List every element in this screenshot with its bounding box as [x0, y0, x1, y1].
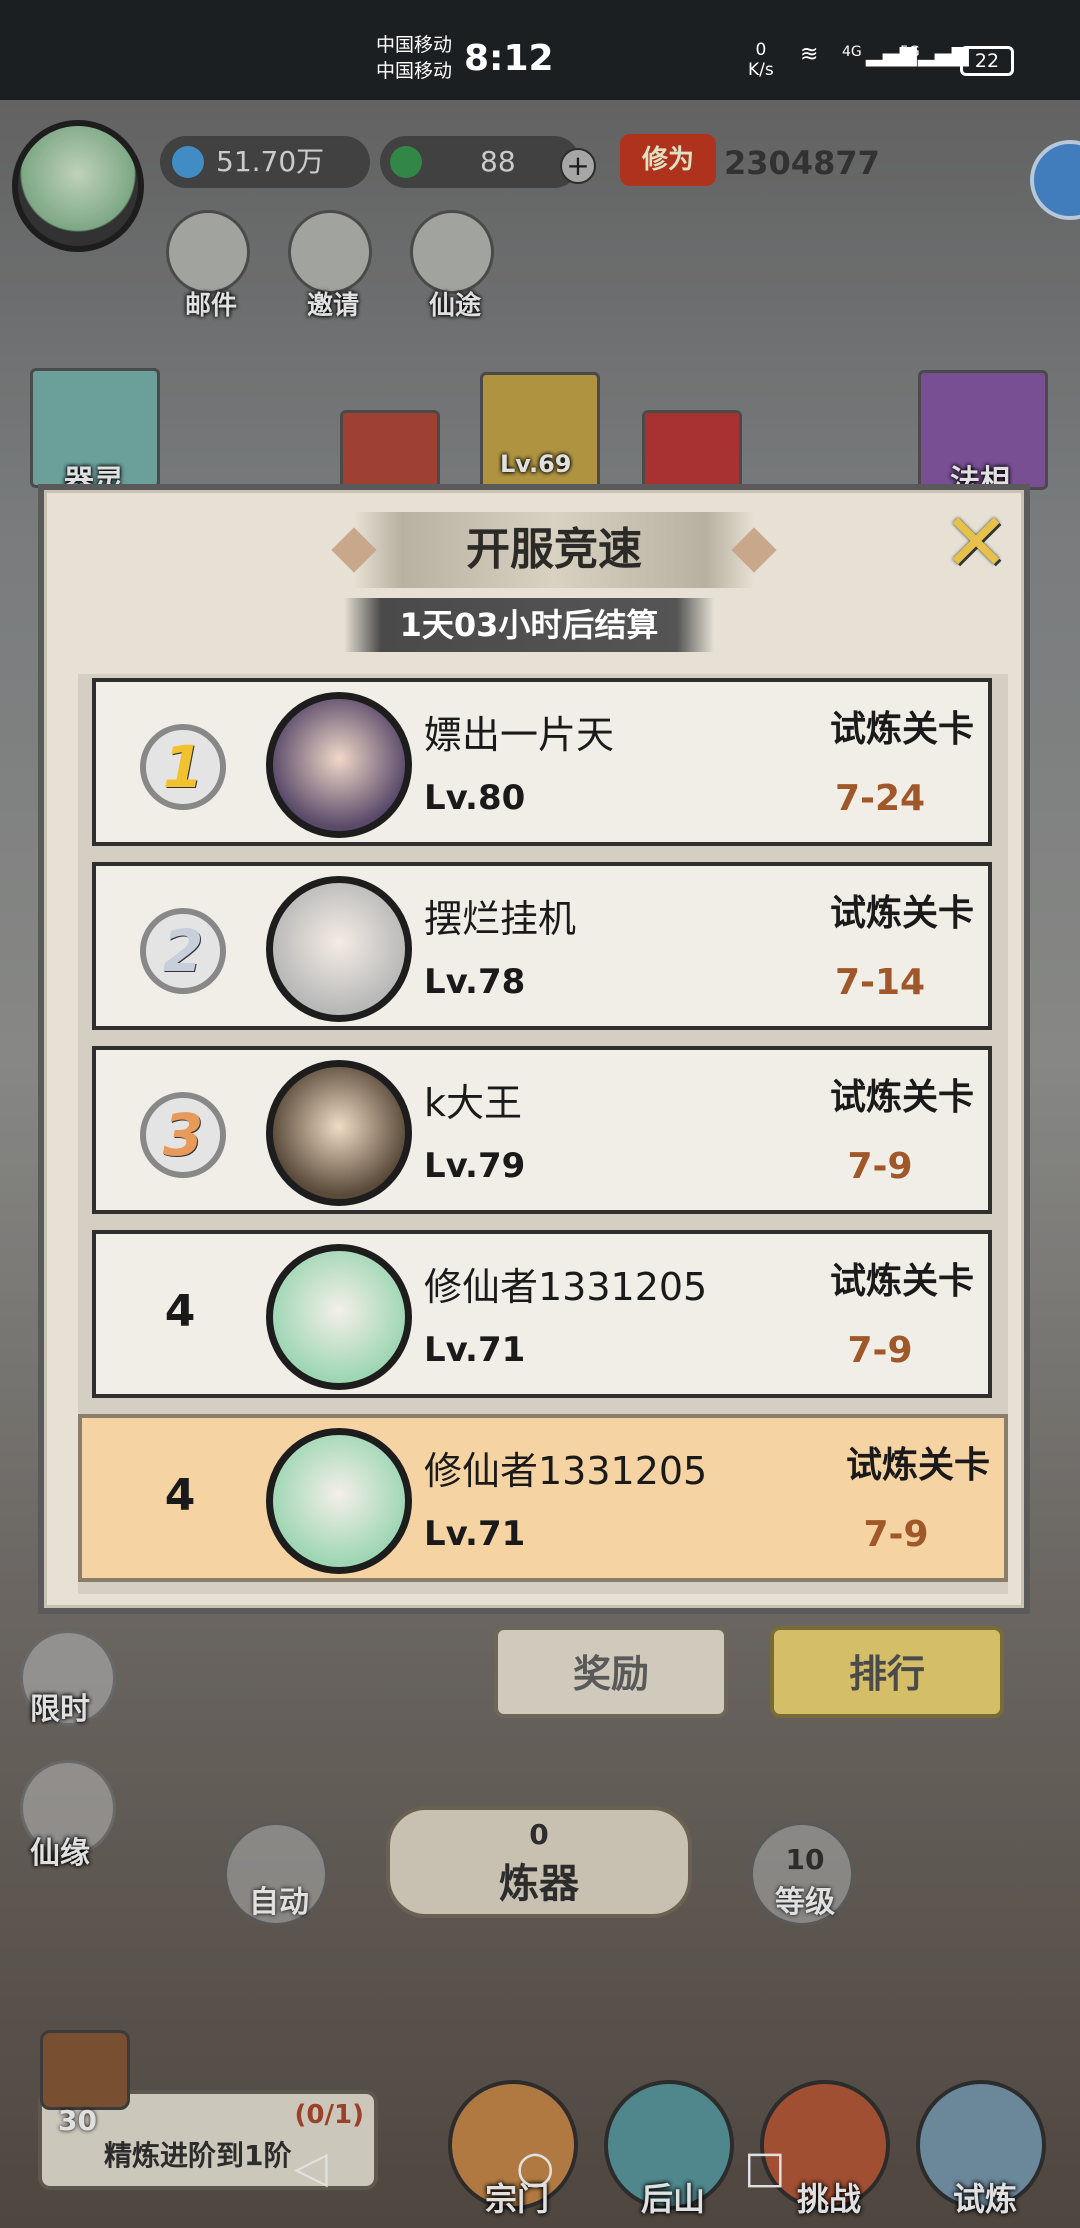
rank-number: 4: [164, 1470, 196, 1521]
player-name: 嫖出一片天: [424, 713, 615, 757]
ranking-row[interactable]: 1 嫖出一片天 Lv.80 试炼关卡 7-24: [92, 678, 992, 846]
player-level: Lv.80: [424, 778, 526, 818]
rank-3-badge-icon: 3: [140, 1092, 226, 1178]
ranking-list[interactable]: 1 嫖出一片天 Lv.80 试炼关卡 7-24 2 摆烂挂机 Lv.78 试炼关…: [78, 674, 1008, 1594]
player-level: Lv.79: [424, 1146, 526, 1186]
carrier-labels: 中国移动 中国移动: [376, 32, 452, 84]
self-ranking-row[interactable]: 4 修仙者1331205 Lv.71 试炼关卡 7-9: [78, 1414, 1008, 1582]
rank-2-badge-icon: 2: [140, 908, 226, 994]
player-name: 修仙者1331205: [424, 1449, 708, 1493]
ranking-row[interactable]: 4 修仙者1331205 Lv.71 试炼关卡 7-9: [92, 1230, 992, 1398]
stage-label: 试炼关卡: [829, 1077, 974, 1118]
stage-value: 7-9: [847, 1146, 913, 1187]
player-name: 修仙者1331205: [424, 1265, 708, 1309]
status-bar: 中国移动 中国移动 8:12 0 K/s ≋ 4G ▂▄▆ 5G ▂▄▆ 22: [0, 0, 1080, 100]
stage-label: 试炼关卡: [829, 709, 974, 750]
close-icon[interactable]: ✕: [936, 503, 1016, 586]
net-speed: 0 K/s: [748, 40, 774, 80]
ranking-row[interactable]: 2 摆烂挂机 Lv.78 试炼关卡 7-14: [92, 862, 992, 1030]
avatar[interactable]: [266, 1244, 412, 1390]
net-speed-value: 0: [755, 40, 767, 60]
player-level: Lv.71: [424, 1330, 526, 1370]
signal-4g-label: 4G: [842, 44, 862, 60]
server-race-modal: 开服竞速 ✕ 1天03小时后结算 1 嫖出一片天 Lv.80 试炼关卡 7-24…: [38, 484, 1030, 1614]
avatar[interactable]: [266, 1060, 412, 1206]
player-name: 摆烂挂机: [424, 897, 577, 941]
rank-number: 4: [164, 1286, 196, 1337]
avatar[interactable]: [266, 1428, 412, 1574]
avatar[interactable]: [266, 692, 412, 838]
stage-value: 7-14: [834, 962, 926, 1003]
settlement-timer: 1天03小时后结算: [344, 598, 714, 652]
avatar[interactable]: [266, 876, 412, 1022]
ranking-row[interactable]: 3 k大王 Lv.79 试炼关卡 7-9: [92, 1046, 992, 1214]
stage-label: 试炼关卡: [829, 1261, 974, 1302]
stage-value: 7-9: [847, 1330, 913, 1371]
stage-label: 试炼关卡: [829, 893, 974, 934]
carrier-1: 中国移动: [376, 34, 453, 56]
signal-5g-label: 5G: [900, 44, 920, 60]
player-level: Lv.78: [424, 962, 526, 1002]
player-level: Lv.71: [424, 1514, 526, 1554]
player-name: k大王: [424, 1081, 523, 1125]
stage-label: 试炼关卡: [845, 1445, 990, 1486]
rank-1-badge-icon: 1: [140, 724, 226, 810]
net-speed-unit: K/s: [748, 60, 774, 80]
battery-icon: 22: [960, 46, 1014, 76]
status-clock: 8:12: [464, 38, 554, 79]
stage-value: 7-9: [863, 1514, 929, 1555]
wifi-icon: ≋: [800, 42, 819, 67]
carrier-2: 中国移动: [376, 60, 453, 82]
stage-value: 7-24: [834, 778, 926, 819]
modal-title: 开服竞速: [354, 512, 754, 588]
